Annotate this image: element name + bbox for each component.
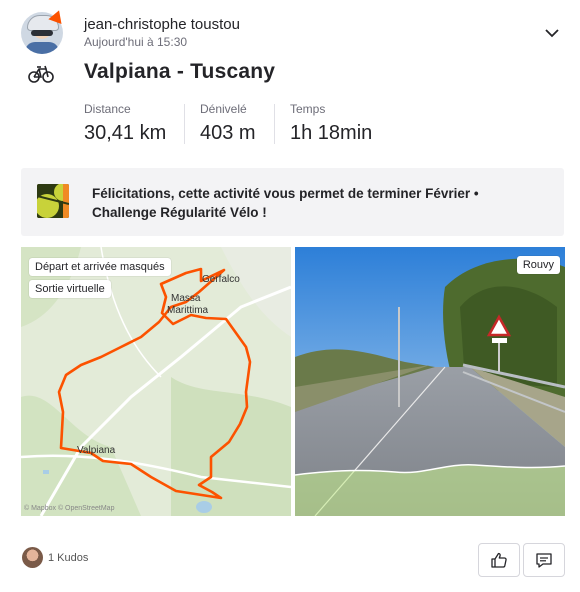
stat-divider xyxy=(274,104,275,144)
photo-location-badge: Rouvy xyxy=(516,256,560,274)
bike-icon xyxy=(28,65,54,83)
challenge-badge-icon xyxy=(37,184,69,218)
route-map[interactable]: Départ et arrivée masqués Sortie virtuel… xyxy=(21,247,291,516)
thumbs-up-icon xyxy=(491,552,507,568)
stat-value: 30,41 km xyxy=(84,122,167,144)
stat-label: Temps xyxy=(290,102,326,116)
stat-distance: Distance 30,41 km xyxy=(84,102,166,145)
comment-button[interactable] xyxy=(523,543,565,577)
stat-label: Dénivelé xyxy=(200,102,247,116)
map-attribution: © Mapbox © OpenStreetMap xyxy=(24,505,115,512)
map-place-label: Massa xyxy=(171,293,201,304)
map-place-label: Marittima xyxy=(167,305,209,316)
activity-photo[interactable]: Rouvy xyxy=(295,247,565,516)
road-scene-image xyxy=(295,247,565,516)
comment-icon xyxy=(536,553,552,568)
activity-title[interactable]: Valpiana - Tuscany xyxy=(84,60,275,84)
give-kudos-button[interactable] xyxy=(478,543,520,577)
stat-elevation: Dénivelé 403 m xyxy=(200,102,256,145)
map-place-label: Valpiana xyxy=(77,445,116,456)
kudos-giver-avatar[interactable] xyxy=(22,547,43,568)
chevron-down-icon[interactable] xyxy=(543,24,561,42)
virtual-ride-tag: Sortie virtuelle xyxy=(29,280,111,298)
stat-divider xyxy=(184,104,185,144)
kudos-count[interactable]: 1 Kudos xyxy=(48,552,88,564)
start-end-hidden-tag: Départ et arrivée masqués xyxy=(29,258,171,276)
stat-value: 403 m xyxy=(200,122,256,144)
stat-label: Distance xyxy=(84,102,131,116)
athlete-name[interactable]: jean-christophe toustou xyxy=(84,16,240,33)
achievement-message: Félicitations, cette activité vous perme… xyxy=(92,186,479,220)
stat-value: 1h 18min xyxy=(290,122,373,144)
challenge-achievement-banner[interactable]: Félicitations, cette activité vous perme… xyxy=(21,168,564,236)
activity-timestamp: Aujourd'hui à 15:30 xyxy=(84,35,188,49)
stat-moving-time: Temps 1h 18min xyxy=(290,102,372,145)
map-place-label: Gerfalco xyxy=(202,274,240,285)
